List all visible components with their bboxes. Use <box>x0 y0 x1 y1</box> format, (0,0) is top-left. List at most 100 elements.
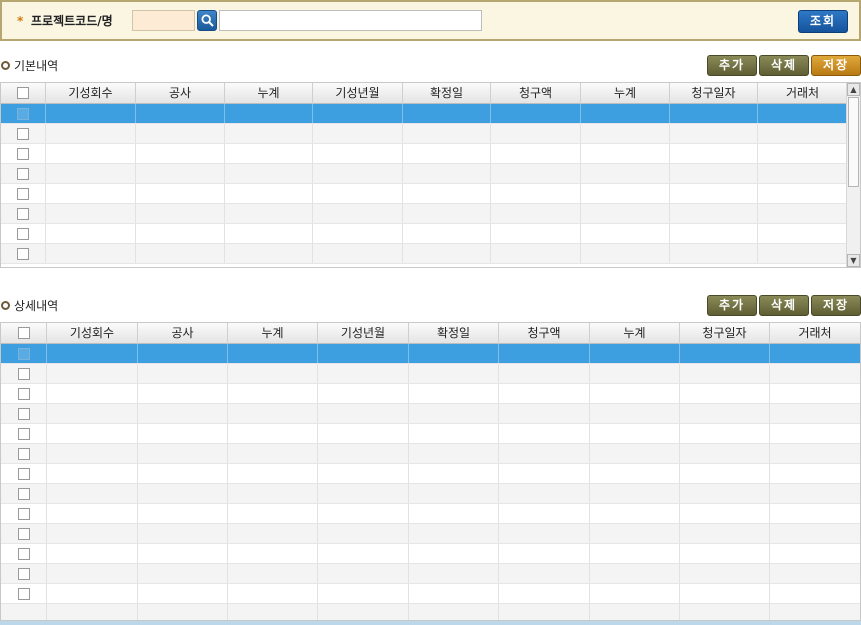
table-cell[interactable] <box>228 584 318 603</box>
table-cell[interactable] <box>136 184 225 203</box>
col-header[interactable]: 공사 <box>138 323 228 344</box>
table-cell[interactable] <box>590 544 680 563</box>
table-cell[interactable] <box>318 424 409 443</box>
table-row[interactable] <box>1 404 860 424</box>
row-checkbox[interactable] <box>17 127 29 140</box>
table-cell[interactable] <box>758 224 848 243</box>
table-cell[interactable] <box>409 404 499 423</box>
row-checkbox-cell[interactable] <box>1 384 47 403</box>
table-row[interactable] <box>1 124 848 144</box>
col-header[interactable]: 공사 <box>136 83 225 104</box>
table-cell[interactable] <box>318 544 409 563</box>
row-checkbox[interactable] <box>17 407 30 420</box>
table-cell[interactable] <box>409 444 499 463</box>
table-cell[interactable] <box>228 384 318 403</box>
col-header[interactable]: 누계 <box>590 323 680 344</box>
row-checkbox-cell[interactable] <box>1 504 47 523</box>
table-cell[interactable] <box>313 164 403 183</box>
col-header[interactable]: 청구액 <box>491 83 581 104</box>
table-cell[interactable] <box>670 244 758 263</box>
table-cell[interactable] <box>499 504 590 523</box>
table-cell[interactable] <box>138 484 228 503</box>
table-cell[interactable] <box>770 404 860 423</box>
col-header[interactable]: 확정일 <box>403 83 491 104</box>
table-cell[interactable] <box>318 364 409 383</box>
table-cell[interactable] <box>409 424 499 443</box>
table-cell[interactable] <box>770 504 860 523</box>
table-cell[interactable] <box>409 504 499 523</box>
table-cell[interactable] <box>403 224 491 243</box>
row-checkbox[interactable] <box>17 547 30 560</box>
table-cell[interactable] <box>770 584 860 603</box>
table-cell[interactable] <box>136 104 225 123</box>
col-header[interactable]: 거래처 <box>758 83 848 104</box>
table-row[interactable] <box>1 564 860 584</box>
table-cell[interactable] <box>228 524 318 543</box>
table-cell[interactable] <box>136 204 225 223</box>
table-cell[interactable] <box>138 364 228 383</box>
table-cell[interactable] <box>581 204 670 223</box>
table-cell[interactable] <box>680 404 770 423</box>
table-cell[interactable] <box>680 584 770 603</box>
row-checkbox[interactable] <box>17 107 29 120</box>
row-checkbox-cell[interactable] <box>1 104 46 123</box>
row-checkbox[interactable] <box>17 247 29 260</box>
table-cell[interactable] <box>491 104 581 123</box>
table-cell[interactable] <box>47 424 138 443</box>
table-cell[interactable] <box>225 164 313 183</box>
table-cell[interactable] <box>318 484 409 503</box>
search-button[interactable] <box>197 10 217 31</box>
table-cell[interactable] <box>403 104 491 123</box>
table-cell[interactable] <box>499 364 590 383</box>
table-cell[interactable] <box>228 464 318 483</box>
table-cell[interactable] <box>47 444 138 463</box>
detail-add-button[interactable]: 추가 <box>707 295 757 316</box>
table-cell[interactable] <box>403 184 491 203</box>
table-cell[interactable] <box>670 104 758 123</box>
table-cell[interactable] <box>47 384 138 403</box>
table-cell[interactable] <box>680 344 770 363</box>
table-cell[interactable] <box>491 204 581 223</box>
table-cell[interactable] <box>770 344 860 363</box>
table-cell[interactable] <box>47 344 138 363</box>
scroll-thumb[interactable] <box>848 97 859 187</box>
table-cell[interactable] <box>758 244 848 263</box>
table-cell[interactable] <box>680 384 770 403</box>
table-cell[interactable] <box>409 344 499 363</box>
table-cell[interactable] <box>491 244 581 263</box>
table-cell[interactable] <box>47 504 138 523</box>
col-header[interactable]: 누계 <box>581 83 670 104</box>
table-cell[interactable] <box>491 224 581 243</box>
table-cell[interactable] <box>225 224 313 243</box>
row-checkbox[interactable] <box>17 367 30 380</box>
basic-save-button[interactable]: 저장 <box>811 55 861 76</box>
table-cell[interactable] <box>136 124 225 143</box>
col-header[interactable]: 누계 <box>225 83 313 104</box>
table-cell[interactable] <box>499 544 590 563</box>
table-cell[interactable] <box>670 164 758 183</box>
table-cell[interactable] <box>670 144 758 163</box>
table-cell[interactable] <box>403 244 491 263</box>
row-checkbox-cell[interactable] <box>1 204 46 223</box>
table-cell[interactable] <box>758 164 848 183</box>
table-cell[interactable] <box>770 564 860 583</box>
table-cell[interactable] <box>318 384 409 403</box>
table-cell[interactable] <box>225 144 313 163</box>
table-cell[interactable] <box>491 144 581 163</box>
row-checkbox[interactable] <box>17 507 30 520</box>
table-cell[interactable] <box>590 404 680 423</box>
table-cell[interactable] <box>225 184 313 203</box>
table-cell[interactable] <box>770 424 860 443</box>
table-cell[interactable] <box>409 384 499 403</box>
table-cell[interactable] <box>313 224 403 243</box>
table-cell[interactable] <box>590 484 680 503</box>
row-checkbox-cell[interactable] <box>1 144 46 163</box>
table-cell[interactable] <box>228 484 318 503</box>
table-cell[interactable] <box>680 604 770 620</box>
table-row[interactable] <box>1 464 860 484</box>
table-cell[interactable] <box>46 184 136 203</box>
select-all-checkbox[interactable] <box>17 86 29 99</box>
table-row[interactable] <box>1 344 860 364</box>
table-cell[interactable] <box>670 224 758 243</box>
table-cell[interactable] <box>581 224 670 243</box>
